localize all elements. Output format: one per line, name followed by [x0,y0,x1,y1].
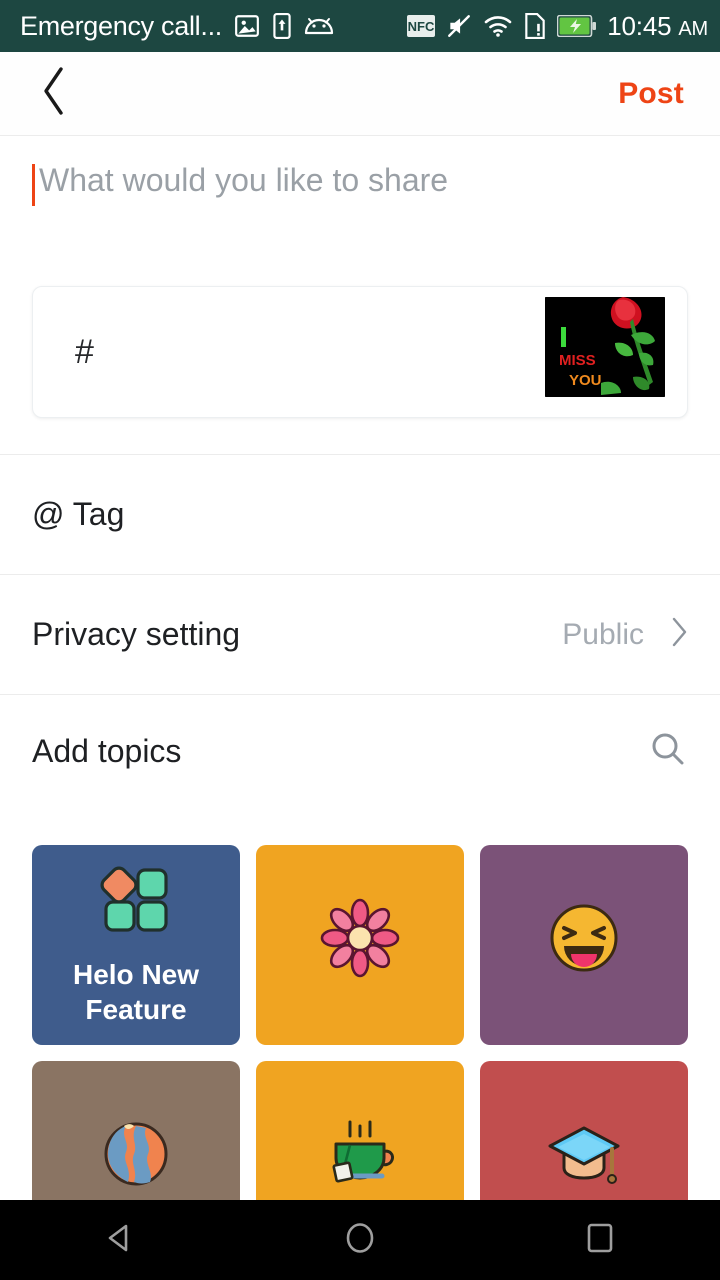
four-squares-icon [93,857,179,943]
svg-text:NFC: NFC [408,19,435,34]
android-nav-bar [0,1200,720,1280]
topic-tile-tea[interactable] [256,1061,464,1200]
topic-tile-emoji[interactable] [480,845,688,1045]
nav-back-icon [100,1218,140,1263]
status-bar: Emergency call... NFC 10:45 AM [0,0,720,52]
image-icon [234,13,260,39]
svg-text:MISS: MISS [559,352,596,369]
chevron-right-icon [670,616,688,653]
nav-recents-button[interactable] [545,1200,655,1280]
nav-recents-icon [580,1218,620,1263]
topic-tile-education[interactable] [480,1061,688,1200]
flower-icon [317,895,403,981]
back-button[interactable] [28,65,80,122]
phone-screen: Emergency call... NFC 10:45 AM Post What… [0,0,720,1280]
chevron-left-icon [39,65,69,122]
svg-text:YOU: YOU [569,372,602,389]
topics-grid: Helo New Feature [0,845,720,1200]
text-caret [32,164,35,206]
tea-cup-icon [317,1111,403,1197]
search-icon[interactable] [648,729,688,774]
topic-tile-label: Helo New Feature [72,959,200,1025]
i-miss-you-rose-image[interactable]: MISS YOU [545,297,665,397]
mute-icon [446,13,472,39]
nav-home-button[interactable] [305,1200,415,1280]
battery-charging-icon [557,15,597,37]
privacy-row-label: Privacy setting [32,616,241,652]
nfc-icon: NFC [407,15,436,37]
privacy-row[interactable]: Privacy setting Public [0,575,720,694]
topics-grid-viewport: Helo New Feature [0,845,720,1200]
app-bar: Post [0,52,720,136]
topic-tile-flower[interactable] [256,845,464,1045]
hashtag-card-wrapper: # MISS YOU [0,286,720,418]
nav-home-icon [340,1218,380,1263]
clock: 10:45 AM [607,10,708,41]
hashtag-symbol: # [75,332,94,371]
laughing-emoji-icon [541,895,627,981]
carrier-label: Emergency call... [20,10,222,41]
tag-row[interactable]: @ Tag [0,455,720,574]
topic-tile-helo-new-feature[interactable]: Helo New Feature [32,845,240,1045]
nav-back-button[interactable] [65,1200,175,1280]
add-topics-header: Add topics [0,695,720,807]
graduation-cap-icon [541,1111,627,1197]
composer-placeholder: What would you like to share [39,162,449,198]
topic-tile-globe[interactable] [32,1061,240,1200]
privacy-row-value: Public [562,617,644,651]
post-button[interactable]: Post [610,73,692,115]
add-topics-label: Add topics [32,732,182,769]
wifi-icon [483,14,513,38]
android-robot-icon [304,16,334,36]
hashtag-card[interactable]: # MISS YOU [32,286,688,418]
composer-area[interactable]: What would you like to share [0,136,720,286]
sim-alert-icon [524,13,546,39]
upload-icon [272,13,292,39]
globe-icon [93,1111,179,1197]
tag-row-label: @ Tag [32,496,125,532]
